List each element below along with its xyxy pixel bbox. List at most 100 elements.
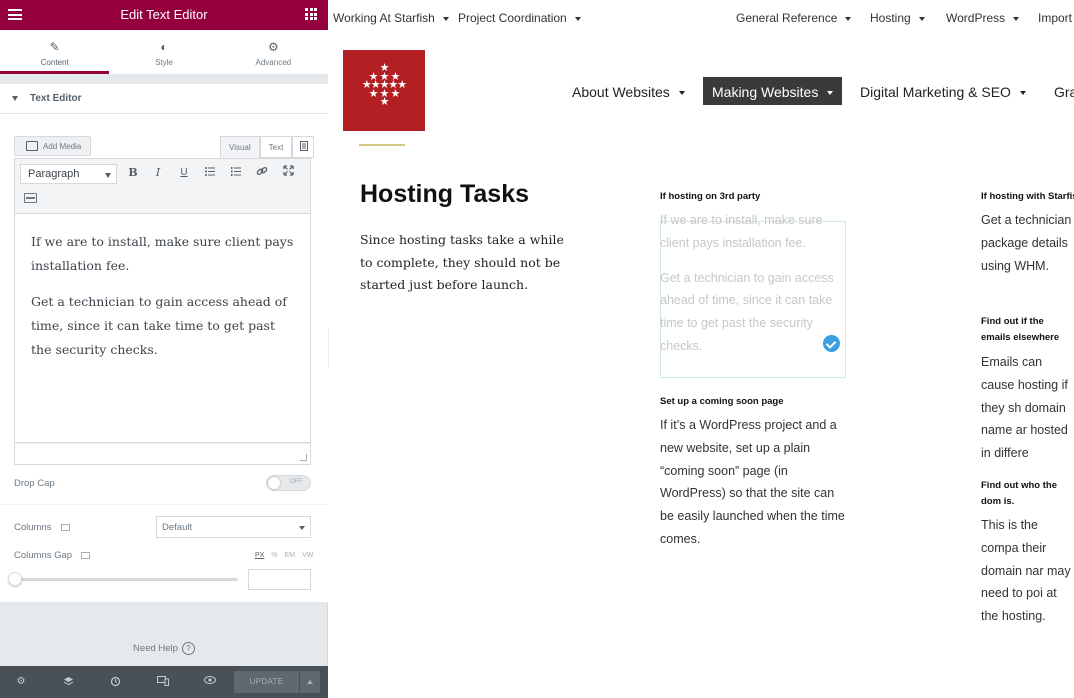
editor-statusbar [14,443,311,465]
panel-title: Edit Text Editor [120,7,208,22]
chevron-down-icon [827,91,834,96]
section-toggle-text-editor[interactable]: Text Editor [0,84,328,114]
toolbar-toggle-icon[interactable] [292,136,315,158]
bullet-list-icon[interactable] [202,165,218,181]
update-options-button[interactable] [300,671,320,693]
col2-paragraph: Get a technician to gain access ahead of… [660,270,834,353]
tab-content-label: Content [40,58,69,67]
tab-visual[interactable]: Visual [220,136,260,158]
layers-icon[interactable] [62,676,74,688]
col3-heading-3: Find out who the dom is. [981,480,1057,507]
format-select[interactable]: Paragraph [20,164,117,184]
italic-icon[interactable]: I [150,165,166,181]
mainnav-label: About Websites [572,84,670,100]
kitchen-sink-icon[interactable] [24,193,37,203]
editor-paragraph: If we are to install, make sure client p… [31,234,294,273]
mainnav-label: Gra [1054,84,1074,100]
col2-text-1: If we are to install, make sure client p… [660,209,846,370]
toggle-state: OFF [290,479,302,485]
gear-icon: ⚙ [267,40,279,54]
unit-em[interactable]: EM [285,552,296,559]
bold-icon[interactable]: B [125,165,141,181]
col2-heading-2: Set up a coming soon page [660,396,784,407]
history-icon[interactable] [109,676,121,688]
unit-percent[interactable]: % [271,552,277,559]
editor-panel: Edit Text Editor ✎ Content ◐ Style ⚙ Adv… [0,0,328,698]
columns-select[interactable]: Default [156,516,311,538]
tab-style[interactable]: ◐ Style [109,30,218,74]
widgets-grid-icon[interactable] [305,8,317,20]
col3-text-3: This is the compa their domain nar may n… [981,518,1071,624]
columns-select-value: Default [162,522,193,533]
fullscreen-icon[interactable] [280,165,296,181]
logo-underline [359,144,405,146]
topnav-item[interactable]: Project Coordination [458,11,581,25]
topnav-item[interactable]: Import [1038,11,1072,25]
text-editor-area[interactable]: If we are to install, make sure client p… [14,213,311,443]
topnav-label: General Reference [736,11,838,25]
desktop-icon[interactable] [60,523,70,531]
chevron-down-icon [1013,16,1020,21]
columns-gap-input[interactable] [248,569,311,590]
chevron-down-icon [918,16,925,21]
columns-gap-slider[interactable] [8,572,238,586]
topnav-item[interactable]: Hosting [870,11,925,25]
need-help-label: Need Help [133,643,178,654]
mainnav-label: Digital Marketing & SEO [860,84,1011,100]
tab-text[interactable]: Text [259,136,293,158]
need-help-link[interactable]: Need Help? [0,642,328,655]
caret-down-icon [12,96,18,101]
unit-switcher: PX % EM VW [255,552,313,559]
panel-footer: ⚙ UPDATE [0,666,328,698]
col2-heading-1: If hosting on 3rd party [660,191,761,202]
numbered-list-icon[interactable] [228,165,244,181]
mainnav-item-making-websites[interactable]: Making Websites [703,77,843,105]
tab-separator [0,74,328,82]
topnav-item[interactable]: General Reference [736,11,852,25]
page-title: Hosting Tasks [360,180,530,208]
tab-content[interactable]: ✎ Content [0,30,110,74]
mainnav-item-about-websites[interactable]: About Websites [572,84,685,100]
tab-advanced[interactable]: ⚙ Advanced [219,30,328,74]
chevron-down-icon [1019,91,1026,96]
panel-header: Edit Text Editor [0,0,328,30]
chevron-down-icon [442,16,449,21]
drop-cap-toggle[interactable]: OFF [266,475,311,491]
add-media-label: Add Media [43,142,82,151]
editor-toolbar: Paragraph B I U [14,158,311,213]
preview-eye-icon[interactable] [204,676,216,688]
mainnav-item-digital-marketing[interactable]: Digital Marketing & SEO [860,84,1026,100]
topnav-label: Working At Starfish [333,11,435,25]
pencil-icon: ✎ [49,40,60,54]
slider-thumb[interactable] [8,572,22,586]
topnav-label: Import [1038,11,1073,25]
responsive-icon[interactable] [157,676,169,688]
link-icon[interactable] [254,165,270,181]
resize-grip-icon[interactable] [300,454,307,461]
topnav-label: Project Coordination [458,11,567,25]
unit-vw[interactable]: VW [302,552,313,559]
topnav-label: WordPress [946,11,1006,25]
site-logo[interactable]: ★ ★ ★ ★ ★★★★★ ★ ★ ★ ★ [343,50,425,131]
divider [0,504,328,505]
unit-px[interactable]: PX [255,552,264,559]
contrast-icon: ◐ [160,40,168,54]
help-icon: ? [181,642,195,655]
update-button[interactable]: UPDATE [234,671,299,693]
col3-heading-2: Find out if the emails elsewhere [981,316,1060,343]
col3-heading-1: If hosting with Starfis [981,191,1074,202]
mainnav-label: Making Websites [712,84,819,100]
underline-icon[interactable]: U [176,165,192,181]
topnav-item[interactable]: WordPress [946,11,1020,25]
check-circle-icon [823,335,840,352]
columns-gap-label: Columns Gap [14,550,91,561]
topnav-label: Hosting [870,11,911,25]
drop-cap-label: Drop Cap [14,478,55,489]
col3-text-1: Get a technician package details using W… [981,213,1072,273]
desktop-icon[interactable] [81,551,91,559]
add-media-button[interactable]: Add Media [14,136,91,156]
format-select-value: Paragraph [28,168,80,180]
mainnav-item-more[interactable]: Gra [1054,84,1074,100]
settings-icon[interactable]: ⚙ [15,676,27,688]
topnav-item[interactable]: Working At Starfish [333,11,449,25]
